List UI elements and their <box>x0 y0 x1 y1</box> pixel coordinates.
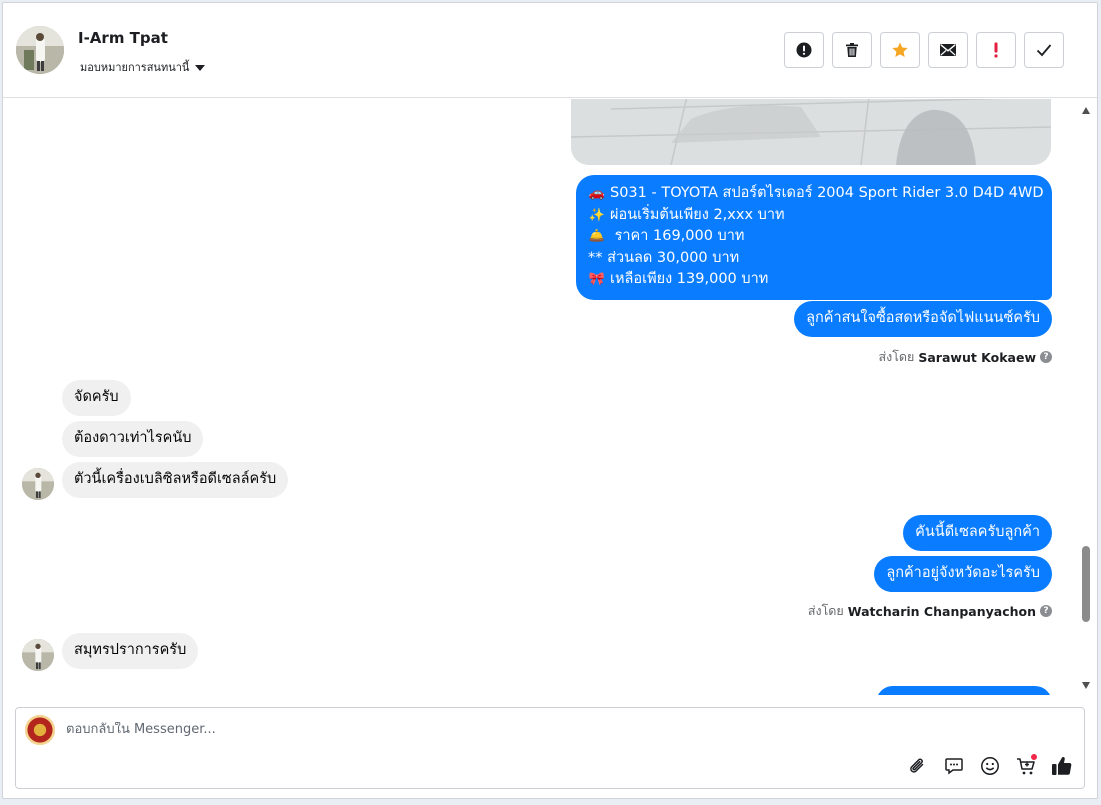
offer-line-text: ราคา 169,000 บาท <box>610 228 745 244</box>
reply-input[interactable] <box>66 722 766 737</box>
scroll-up-arrow-icon[interactable] <box>1082 107 1090 114</box>
sent-by-label: ส่งโดย Sarawut Kokaew ? <box>878 347 1052 367</box>
chevron-down-icon <box>195 64 206 71</box>
offer-line-text: ** ส่วนลด 30,000 บาท <box>588 249 740 266</box>
conversation-actions <box>784 32 1064 68</box>
ribbon-icon: 🎀 <box>588 272 606 287</box>
incoming-message: ตัวนี้เครื่องเบลิซิลหรือดีเซลล์ครับ <box>62 462 289 498</box>
follow-up-button[interactable] <box>976 32 1016 68</box>
trash-icon <box>846 43 858 57</box>
inbox-conversation-panel: I-Arm Tpat มอบหมายการสนทนานี้ 🚗 S031 - T… <box>2 2 1098 799</box>
emoji-button[interactable] <box>978 754 1002 778</box>
page-logo-icon <box>25 715 55 745</box>
delete-button[interactable] <box>832 32 872 68</box>
add-to-cart-button[interactable] <box>1014 754 1038 778</box>
emoji-icon <box>981 757 999 775</box>
attachment-icon <box>910 758 924 773</box>
incoming-message: ต้องดาวเท่าไรคนับ <box>62 421 204 457</box>
report-spam-button[interactable] <box>784 32 824 68</box>
incoming-message: สมุทรปราการครับ <box>62 633 199 669</box>
reply-composer <box>15 707 1085 789</box>
outgoing-message: ลูกค้าสนใจซื้อสดหรือจัดไฟแนนซ์ครับ <box>794 301 1052 337</box>
help-icon[interactable]: ? <box>1040 605 1052 617</box>
offer-line: ** ส่วนลด 30,000 บาท <box>588 248 1040 270</box>
composer-tools <box>906 754 1074 778</box>
thread-scrollbar[interactable] <box>1079 99 1093 695</box>
sender-name[interactable]: Watcharin Chanpanyachon <box>848 604 1036 619</box>
mark-unread-button[interactable] <box>928 32 968 68</box>
star-icon <box>892 42 908 58</box>
mark-done-button[interactable] <box>1024 32 1064 68</box>
check-icon <box>1036 44 1052 57</box>
conversation-header: I-Arm Tpat มอบหมายการสนทนานี้ <box>3 3 1097 98</box>
vehicle-offer-message: 🚗 S031 - TOYOTA สปอร์ตไรเดอร์ 2004 Sport … <box>576 175 1052 300</box>
outgoing-message-partial <box>876 686 1052 695</box>
sent-by-label: ส่งโดย Watcharin Chanpanyachon ? <box>808 601 1052 621</box>
star-button[interactable] <box>880 32 920 68</box>
exclamation-icon <box>994 42 998 58</box>
contact-avatar[interactable] <box>16 26 64 74</box>
offer-line-text: S031 - TOYOTA สปอร์ตไรเดอร์ 2004 Sport R… <box>610 185 1044 201</box>
exclamation-circle-icon <box>796 42 812 58</box>
send-like-button[interactable] <box>1050 754 1074 778</box>
vehicle-photo[interactable] <box>571 99 1051 165</box>
assign-label: มอบหมายการสนทนานี้ <box>80 61 190 74</box>
contact-avatar-small[interactable] <box>22 639 54 671</box>
offer-line-text: ผ่อนเริ่มต้นเพียง 2,xxx บาท <box>610 206 785 223</box>
saved-reply-button[interactable] <box>942 754 966 778</box>
car-icon: 🚗 <box>588 186 606 201</box>
assign-conversation-dropdown[interactable]: มอบหมายการสนทนานี้ <box>80 58 206 76</box>
offer-line: 🚗 S031 - TOYOTA สปอร์ตไรเดอร์ 2004 Sport … <box>588 183 1044 205</box>
help-icon[interactable]: ? <box>1040 351 1052 363</box>
offer-line: ✨ ผ่อนเริ่มต้นเพียง 2,xxx บาท <box>588 205 1040 227</box>
message-thread: 🚗 S031 - TOYOTA สปอร์ตไรเดอร์ 2004 Sport … <box>3 99 1083 695</box>
scrollbar-thumb[interactable] <box>1082 546 1090 622</box>
saved-reply-icon <box>945 758 963 775</box>
bell-icon: 🛎️ <box>588 229 606 244</box>
outgoing-message: คันนี้ดีเซลครับลูกค้า <box>903 515 1052 551</box>
scroll-down-arrow-icon[interactable] <box>1082 682 1090 689</box>
contact-name[interactable]: I-Arm Tpat <box>78 29 168 47</box>
contact-avatar-small[interactable] <box>22 468 54 500</box>
notification-dot <box>1031 754 1037 760</box>
offer-line: 🎀 เหลือเพียง 139,000 บาท <box>588 269 1040 291</box>
offer-line-text: เหลือเพียง 139,000 บาท <box>610 271 769 287</box>
sparkles-icon: ✨ <box>588 207 606 223</box>
like-icon <box>1052 757 1072 775</box>
outgoing-message: ลูกค้าอยู่จังหวัดอะไรครับ <box>874 556 1052 592</box>
sent-by-prefix: ส่งโดย <box>878 349 915 364</box>
attachment-button[interactable] <box>906 754 930 778</box>
offer-line: 🛎️ ราคา 169,000 บาท <box>588 226 1040 248</box>
incoming-message: จัดครับ <box>62 380 131 416</box>
envelope-icon <box>940 44 956 56</box>
sender-name[interactable]: Sarawut Kokaew <box>918 350 1036 365</box>
sent-by-prefix: ส่งโดย <box>807 603 844 618</box>
